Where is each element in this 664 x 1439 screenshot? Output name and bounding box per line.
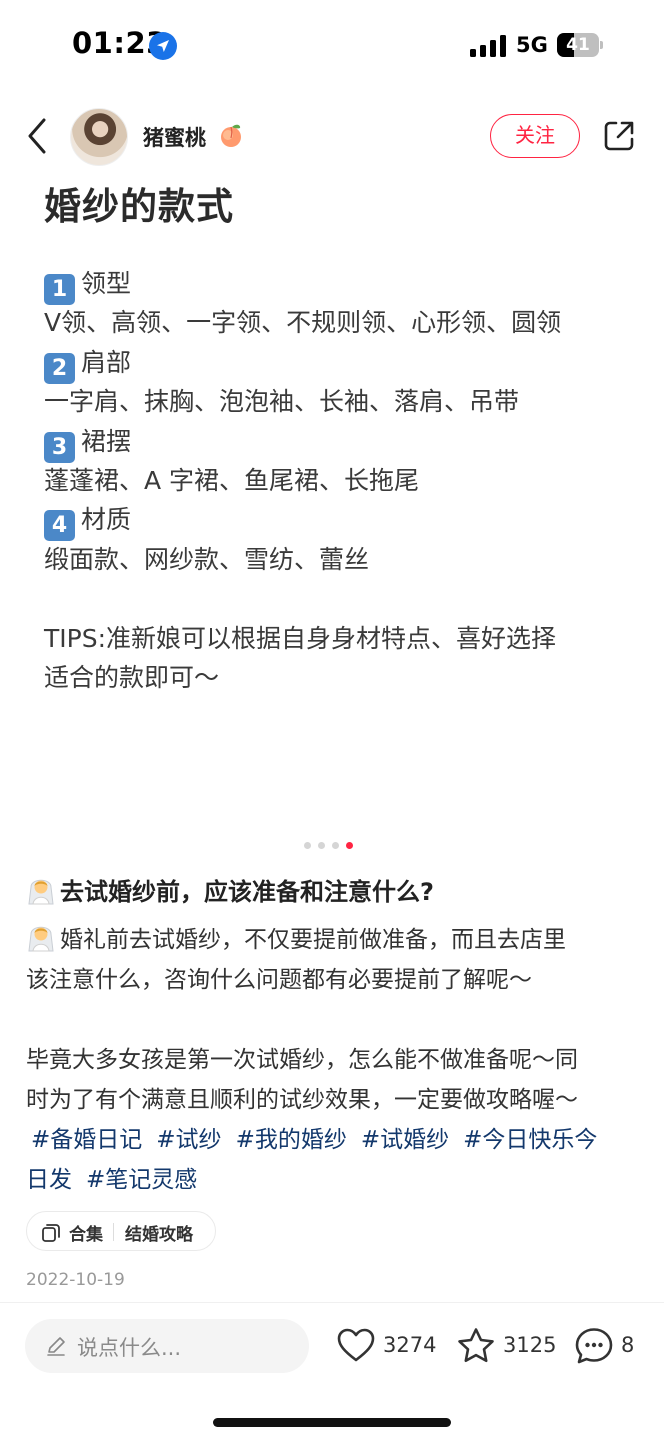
section-heading: 3 裙摆: [44, 422, 644, 463]
page-dot: [332, 842, 339, 849]
hashtag-link[interactable]: 日发: [26, 1167, 72, 1193]
section-items: 一字肩、抹胸、泡泡袖、长袖、落肩、吊带: [44, 387, 520, 417]
avatar[interactable]: [70, 108, 128, 166]
section-heading: 1 领型: [44, 264, 644, 305]
section-items: 缎面款、网纱款、雪纺、蕾丝: [44, 544, 370, 574]
page-indicator: [304, 842, 364, 852]
like-button[interactable]: 3274: [336, 1326, 436, 1368]
body-line: 该注意什么，咨询什么问题都有必要提前了解呢～: [26, 967, 532, 993]
back-button[interactable]: [22, 114, 56, 158]
star-icon: [458, 1328, 494, 1363]
page-dot: [318, 842, 325, 849]
section-items: V领、高领、一字领、不规则领、心形领、圆领: [44, 308, 562, 338]
slide-title: 婚纱的款式: [44, 185, 234, 228]
bride-emoji-icon: [28, 879, 54, 905]
body-line: 婚礼前去试婚纱，不仅要提前做准备，而且去店里: [26, 920, 646, 960]
section-heading: 2 肩部: [44, 343, 644, 384]
hashtag-link[interactable]: #今日快乐今: [463, 1127, 597, 1153]
bride-emoji-icon: [28, 926, 54, 952]
body-line: 毕竟大多女孩是第一次试婚纱，怎么能不做准备呢～同: [26, 1047, 578, 1073]
page-dot: [304, 842, 311, 849]
collect-button[interactable]: 3125: [456, 1326, 556, 1368]
battery-level: 41: [566, 35, 590, 55]
collection-chip[interactable]: 合集 结婚攻略: [26, 1211, 216, 1251]
post-date: 2022-10-19: [26, 1270, 125, 1290]
status-bar: 01:23 5G 41: [0, 0, 664, 92]
comment-count: 8: [621, 1333, 635, 1357]
keycap-1-icon: 1: [44, 274, 75, 305]
tips-line: TIPS:准新娘可以根据自身身材特点、喜好选择: [44, 623, 557, 653]
note-title: 去试婚纱前，应该准备和注意什么?: [26, 872, 434, 907]
collection-name: 结婚攻略: [125, 1225, 193, 1245]
body-line: 时为了有个满意且顺利的试纱效果，一定要做攻略喔～: [26, 1087, 578, 1113]
hashtag-link[interactable]: #试纱: [156, 1127, 221, 1153]
home-indicator[interactable]: [213, 1418, 451, 1427]
pen-icon: [47, 1337, 65, 1356]
collect-count: 3125: [503, 1333, 557, 1357]
keycap-2-icon: 2: [44, 352, 75, 384]
author-name[interactable]: 猪蜜桃: [143, 122, 206, 152]
comments-button[interactable]: 8: [574, 1326, 638, 1368]
like-count: 3274: [383, 1333, 437, 1357]
collection-label: 合集: [69, 1225, 103, 1245]
share-icon[interactable]: [602, 119, 636, 153]
tag-line: #备婚日记 #试纱 #我的婚纱 #试婚纱 #今日快乐今: [26, 1120, 646, 1160]
hashtag-link[interactable]: #试婚纱: [361, 1127, 449, 1153]
battery-icon: 41: [557, 33, 603, 57]
tag-line: 日发 #笔记灵感: [26, 1160, 646, 1200]
image-slide[interactable]: 婚纱的款式 1 领型 V领、高领、一字领、不规则领、心形领、圆领 2 肩部 一字肩、…: [0, 172, 664, 832]
follow-button[interactable]: 关注: [490, 114, 580, 158]
heart-icon: [337, 1328, 375, 1362]
section-items: 蓬蓬裙、A 字裙、鱼尾裙、长拖尾: [44, 465, 420, 495]
network-type: 5G: [516, 33, 548, 57]
comment-placeholder: 说点什么...: [77, 1336, 182, 1360]
hashtag-link[interactable]: #我的婚纱: [236, 1127, 347, 1153]
keycap-3-icon: 3: [44, 431, 75, 463]
tips-line: 适合的款即可～: [44, 662, 220, 692]
slide-text: 1 领型 V领、高领、一字领、不规则领、心形领、圆领 2 肩部 一字肩、抹胸、泡泡袖…: [44, 264, 644, 697]
divider: [0, 1302, 664, 1303]
page-dot-active: [346, 842, 353, 849]
keycap-4-icon: 4: [44, 510, 75, 542]
collection-icon: [42, 1224, 60, 1242]
comment-bubble-icon: [575, 1328, 613, 1364]
note-body: 婚礼前去试婚纱，不仅要提前做准备，而且去店里 该注意什么，咨询什么问题都有必要提…: [26, 920, 646, 1200]
hashtag-link[interactable]: #笔记灵感: [86, 1167, 197, 1193]
section-heading: 4 材质: [44, 500, 644, 542]
location-arrow-icon: [149, 32, 177, 60]
comment-input[interactable]: 说点什么...: [25, 1319, 309, 1373]
hashtag-link[interactable]: #备婚日记: [31, 1127, 142, 1153]
note-header: 猪蜜桃 关注: [0, 100, 664, 172]
signal-bars-icon: [470, 35, 506, 57]
peach-icon: [221, 124, 241, 147]
